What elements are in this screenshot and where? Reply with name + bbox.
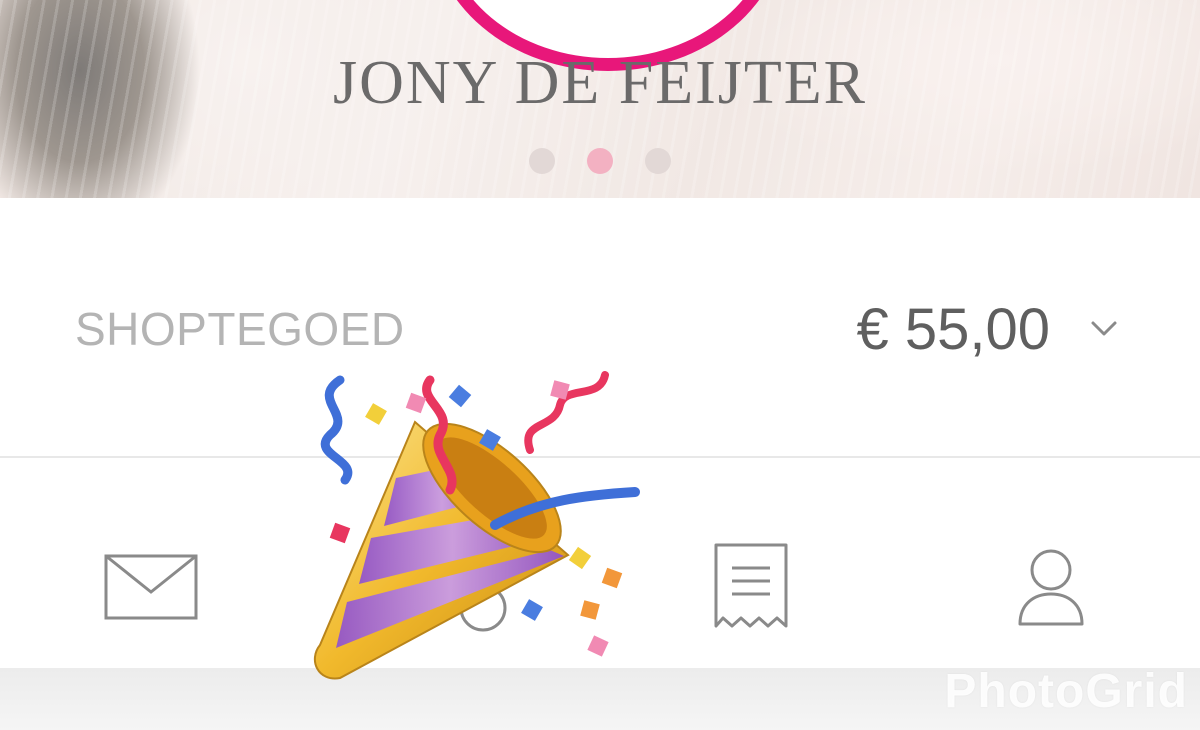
nav-item-orders[interactable] — [600, 458, 900, 668]
chevron-down-icon[interactable] — [1086, 310, 1122, 346]
party-popper-icon — [313, 371, 640, 680]
mail-icon — [104, 554, 198, 620]
carousel-dots — [0, 148, 1200, 174]
shop-credit-amount: € 55,00 — [856, 297, 1050, 362]
carousel-dot-2-active[interactable] — [587, 148, 613, 174]
watermark: PhotoGrid — [944, 665, 1188, 718]
receipt-icon — [714, 543, 788, 628]
carousel-dot-1[interactable] — [529, 148, 555, 174]
carousel-dot-3[interactable] — [645, 148, 671, 174]
shop-credit-label: SHOPTEGOED — [75, 303, 405, 355]
page-title: JONY DE FEIJTER — [332, 49, 868, 117]
profile-header: JONY DE FEIJTER — [0, 0, 1200, 198]
nav-item-account[interactable] — [900, 458, 1200, 668]
nav-item-messages[interactable] — [0, 458, 300, 668]
user-icon — [1018, 549, 1084, 626]
